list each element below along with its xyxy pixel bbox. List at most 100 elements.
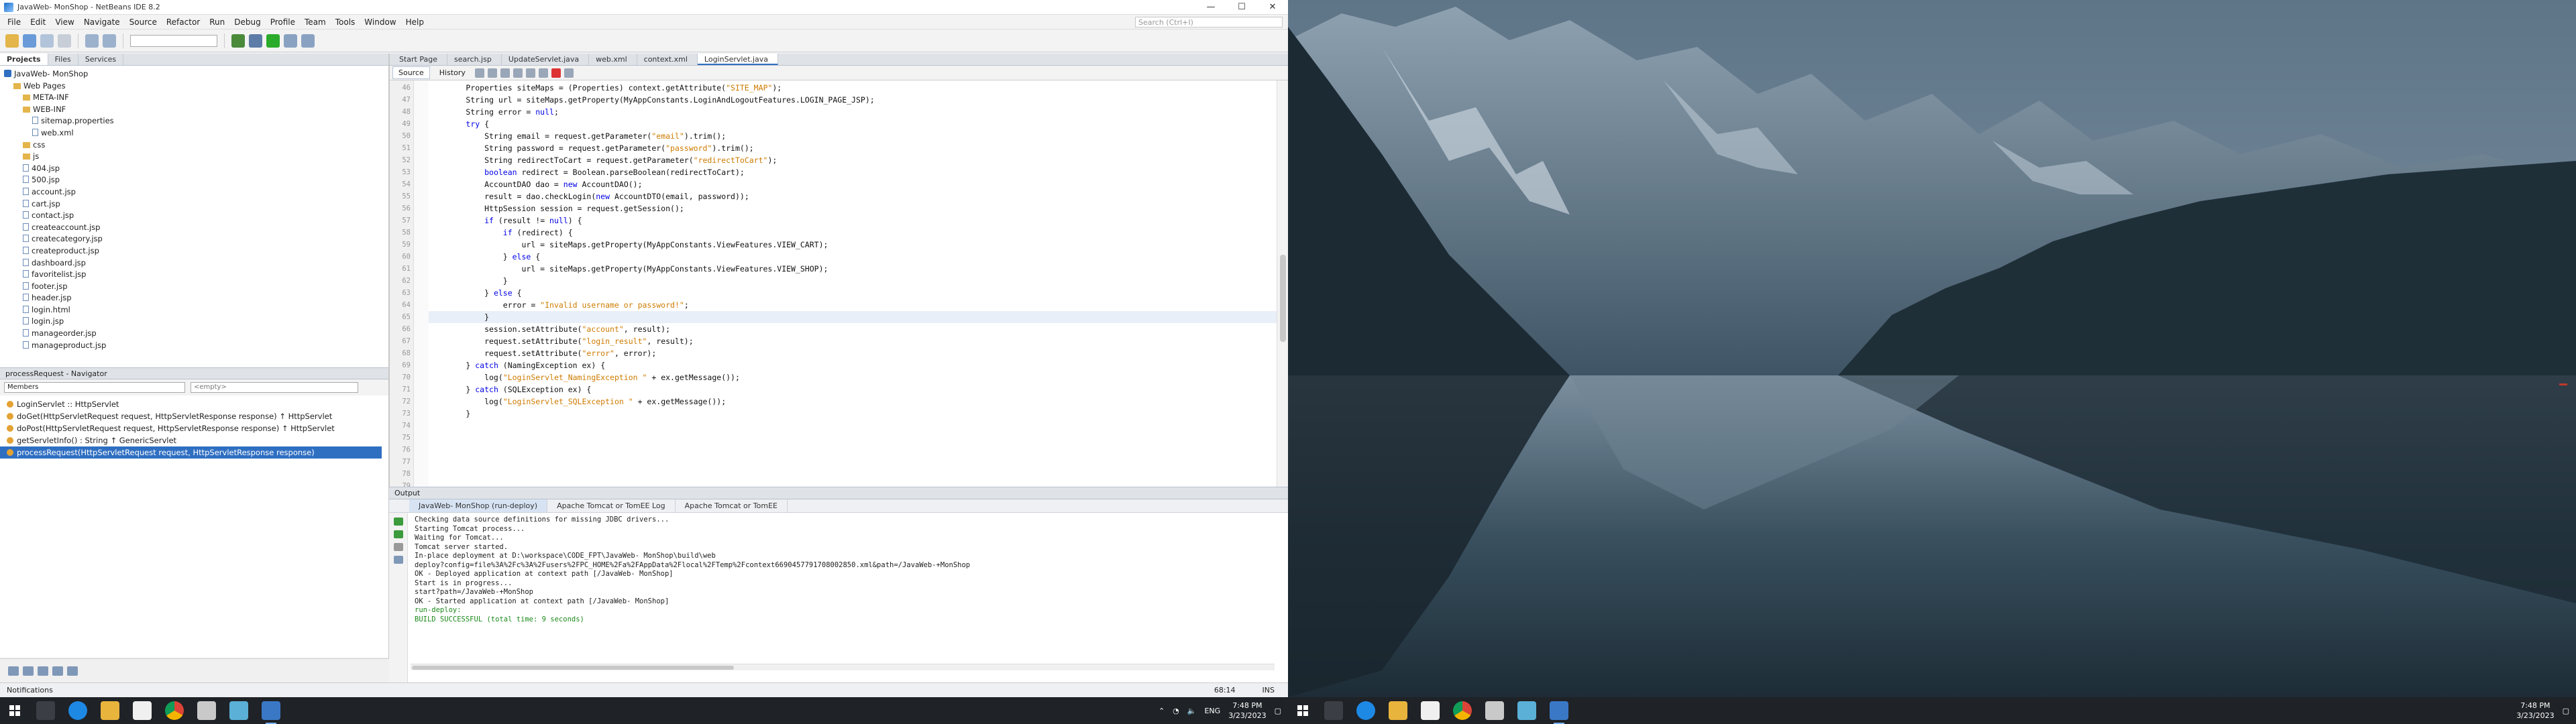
menu-team[interactable]: Team [300,17,331,27]
project-tree[interactable]: JavaWeb- MonShop Web Pages META-INF WEB-INF… [0,66,388,367]
open-project-icon[interactable] [40,34,54,48]
menu-refactor[interactable]: Refactor [162,17,205,27]
configuration-select[interactable] [130,34,217,47]
menu-edit[interactable]: Edit [25,17,50,27]
editor-tab[interactable]: context.xml [637,54,698,65]
tree-item[interactable]: login.jsp [4,316,384,328]
menu-profile[interactable]: Profile [266,17,300,27]
redo-icon[interactable] [103,34,116,48]
debug-icon[interactable] [284,34,297,48]
store-icon[interactable] [133,701,152,720]
start-macro-icon[interactable] [551,68,561,78]
tree-item[interactable]: login.html [4,304,384,316]
editor-tab[interactable]: LoginServlet.java [697,54,779,65]
menu-source[interactable]: Source [125,17,162,27]
tree-item[interactable]: header.jsp [4,292,384,304]
save-all-icon[interactable] [58,34,71,48]
browser-icon[interactable] [197,701,216,720]
clock[interactable]: 7:48 PM 3/23/2023 [1228,701,1266,721]
stop-icon[interactable] [393,543,403,551]
tree-item[interactable]: META-INF [4,92,384,104]
tree-item[interactable]: account.jsp [4,186,384,198]
notifications-link[interactable]: Notifications [0,682,389,697]
navigator-member[interactable]: doPost(HttpServletRequest request, HttpS… [7,422,382,434]
sort-icon[interactable] [8,666,19,676]
shift-left-icon[interactable] [525,68,535,78]
tree-item[interactable]: manageorder.jsp [4,328,384,340]
toggle-bookmark-icon[interactable] [513,68,523,78]
tree-item[interactable]: dashboard.jsp [4,257,384,269]
edge-icon[interactable] [1356,701,1375,720]
tree-item[interactable]: favoritelist.jsp [4,269,384,281]
menu-file[interactable]: File [3,17,25,27]
menu-view[interactable]: View [50,17,78,27]
menu-window[interactable]: Window [360,17,400,27]
source-tab[interactable]: Source [392,66,430,79]
tree-item[interactable]: createproduct.jsp [4,245,384,257]
shift-right-icon[interactable] [538,68,548,78]
tab-files[interactable]: Files [48,54,78,65]
run-icon[interactable] [266,34,280,48]
chrome-icon[interactable] [165,701,184,720]
maximize-button[interactable]: ☐ [1226,0,1257,15]
language-indicator[interactable]: ENG [1204,707,1220,715]
tree-item[interactable]: createcategory.jsp [4,233,384,245]
edge-icon[interactable] [68,701,87,720]
file-explorer-icon[interactable] [101,701,119,720]
profile-icon[interactable] [301,34,315,48]
tree-item[interactable]: Web Pages [4,80,384,93]
ide-search-input[interactable]: Search (Ctrl+I) [1135,16,1283,27]
store-icon[interactable] [1421,701,1440,720]
menu-help[interactable]: Help [401,17,429,27]
forward-icon[interactable] [487,68,497,78]
minimize-button[interactable]: — [1195,0,1226,15]
editor-tab[interactable]: Start Page [392,54,447,65]
build-icon[interactable] [231,34,245,48]
settings-icon[interactable] [393,556,403,564]
tree-item[interactable]: manageproduct.jsp [4,340,384,352]
navigator-member[interactable]: doGet(HttpServletRequest request, HttpSe… [7,410,382,422]
editor-tab[interactable]: search.jsp [447,54,502,65]
rerun-icon[interactable] [393,518,403,526]
search-taskbar-icon[interactable] [1324,701,1343,720]
volume-icon[interactable]: 🔈 [1187,707,1197,715]
file-explorer-icon[interactable] [1389,701,1407,720]
start-icon[interactable] [1297,705,1308,716]
tree-item[interactable]: 404.jsp [4,163,384,175]
navigator-filter-select[interactable]: Members [4,382,185,393]
find-icon[interactable] [500,68,510,78]
search-taskbar-icon[interactable] [36,701,55,720]
menu-run[interactable]: Run [205,17,229,27]
tree-item[interactable]: 500.jsp [4,174,384,186]
editor-tab[interactable]: web.xml [589,54,637,65]
tree-item[interactable]: sitemap.properties [4,115,384,127]
code-text[interactable]: Properties siteMaps = (Properties) conte… [429,80,1277,487]
tree-item[interactable]: JavaWeb- MonShop [4,68,384,80]
navigator-filter-input[interactable]: <empty> [191,382,358,393]
output-hscrollbar[interactable] [411,664,1275,670]
clock[interactable]: 7:48 PM 3/23/2023 [2516,701,2554,721]
back-icon[interactable] [474,68,484,78]
wifi-icon[interactable]: ◔ [1173,707,1179,715]
netbeans-taskbar-icon[interactable] [262,701,280,724]
output-tab[interactable]: Apache Tomcat or TomEE Log [547,499,676,512]
undo-icon[interactable] [85,34,99,48]
tree-item[interactable]: footer.jsp [4,281,384,293]
menu-navigate[interactable]: Navigate [79,17,125,27]
notification-center-icon[interactable]: ▢ [1275,707,1281,715]
editor-tab[interactable]: UpdateServlet.java [502,54,590,65]
history-tab[interactable]: History [433,66,472,79]
notification-center-icon[interactable]: ▢ [2563,707,2569,715]
tree-item[interactable]: contact.jsp [4,210,384,222]
menu-tools[interactable]: Tools [331,17,360,27]
chevron-up-icon[interactable]: ⌃ [1159,707,1165,715]
output-tab[interactable]: Apache Tomcat or TomEE [676,499,788,512]
tab-services[interactable]: Services [78,54,124,65]
vpn-icon[interactable] [229,701,248,720]
navigator-member[interactable]: LoginServlet :: HttpServlet [7,398,382,410]
browser-icon[interactable] [1485,701,1504,720]
navigator-member[interactable]: getServletInfo() : String ↑ GenericServl… [7,434,382,446]
vpn-icon[interactable] [1517,701,1536,720]
navigator-member[interactable]: processRequest(HttpServletRequest reques… [0,446,382,459]
start-icon[interactable] [9,705,20,716]
